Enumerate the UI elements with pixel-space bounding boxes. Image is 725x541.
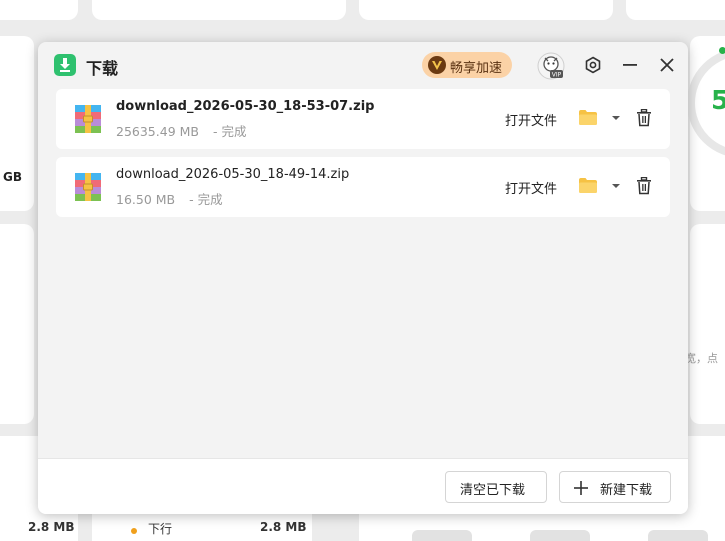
download-item[interactable]: download_2026-05-30_18-53-07.zip 25635.4… [56,89,670,149]
bg-card [0,224,34,424]
download-item[interactable]: download_2026-05-30_18-49-14.zip 16.50 M… [56,157,670,217]
svg-text:VIP: VIP [552,72,562,79]
zip-file-icon [75,173,101,201]
download-dialog: 下载 畅享加速 VIP download_2026-05-30_18-53-07… [38,42,688,514]
bg-card [359,0,613,20]
folder-icon[interactable] [579,178,597,193]
bg-unit-gb: GB [3,170,22,184]
vip-label: 畅享加速 [450,61,503,76]
file-size: 16.50 MB [116,192,176,207]
file-name: download_2026-05-30_18-49-14.zip [116,167,350,182]
gear-icon[interactable] [582,54,604,76]
file-status: - 完成 [189,192,223,207]
bg-card [0,36,34,211]
file-meta: 25635.49 MB - 完成 [116,121,246,140]
file-size: 25635.49 MB [116,124,199,139]
chevron-down-icon[interactable] [611,182,621,190]
vip-avatar-icon[interactable]: VIP [537,52,565,80]
file-status: - 完成 [212,124,247,139]
bg-bottom-label: 下行 [148,522,173,536]
folder-icon[interactable] [579,110,597,125]
chevron-down-icon[interactable] [611,114,621,122]
file-name: download_2026-05-30_18-53-07.zip [116,99,375,114]
open-file-button[interactable]: 打开文件 [505,178,557,197]
minimize-icon[interactable] [619,54,641,76]
dialog-title: 下载 [86,59,119,78]
download-arrow-icon [54,54,76,76]
plus-icon [573,480,589,496]
bg-card [690,224,725,424]
clear-downloaded-label: 清空已下载 [460,483,526,498]
bg-bottom-mid-size: 2.8 MB [260,520,307,534]
trash-icon[interactable] [636,177,652,195]
bg-pill [530,530,590,541]
open-file-button[interactable]: 打开文件 [505,110,557,129]
dialog-titlebar[interactable]: 下载 畅享加速 VIP [38,42,688,88]
new-download-button[interactable]: 新建下载 [559,471,671,503]
bg-ring-dot [719,47,725,54]
zip-file-icon [75,105,101,133]
bg-card [92,0,346,20]
bg-status-dot [131,528,137,534]
file-meta: 16.50 MB - 完成 [116,189,223,208]
bg-right-number: 5 [711,86,725,116]
bg-pill [648,530,708,541]
bg-bottom-left-size: 2.8 MB [28,520,75,534]
bg-pill [412,530,472,541]
vip-v-icon [428,56,446,74]
trash-icon[interactable] [636,109,652,127]
bg-side-text: 宽，点 [685,352,718,365]
dialog-footer: 清空已下载 新建下载 [38,458,688,514]
new-download-label: 新建下载 [600,483,653,498]
close-icon[interactable] [656,54,678,76]
vip-accelerate-button[interactable]: 畅享加速 [422,52,512,78]
bg-card [0,0,78,20]
bg-card [626,0,725,20]
clear-downloaded-button[interactable]: 清空已下载 [445,471,547,503]
